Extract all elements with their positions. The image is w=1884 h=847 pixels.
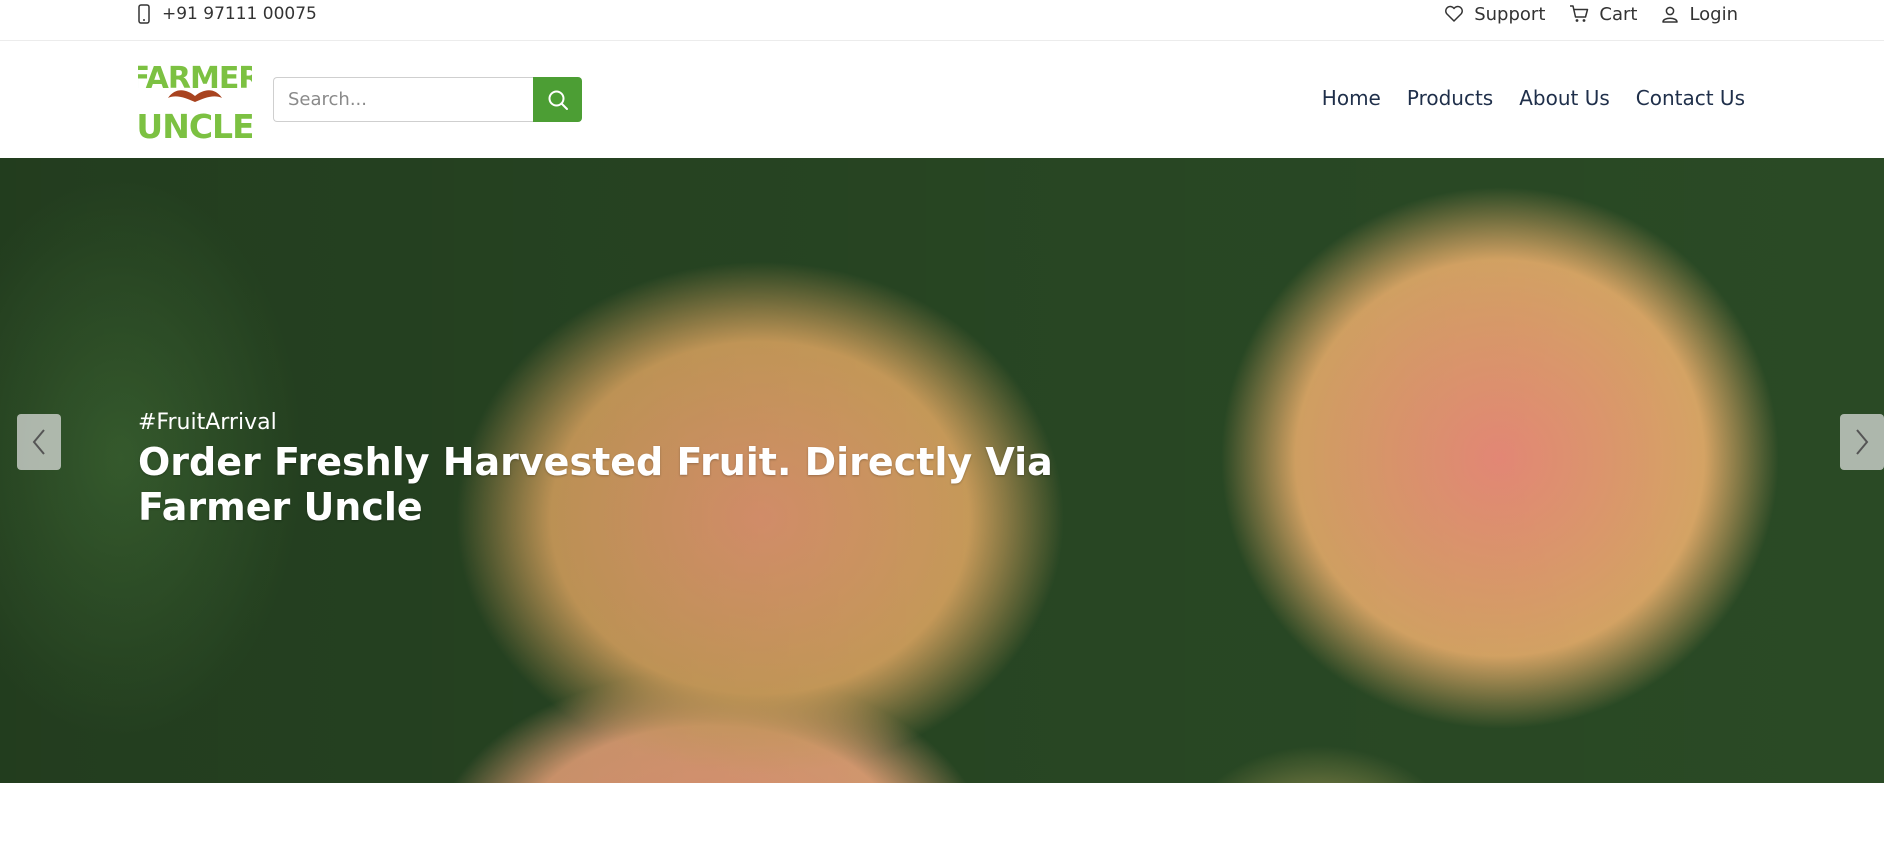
phone-number: +91 97111 00075 bbox=[162, 4, 317, 24]
hero-carousel: #FruitArrival Order Freshly Harvested Fr… bbox=[0, 158, 1884, 783]
search-button[interactable] bbox=[533, 77, 582, 122]
heart-icon bbox=[1445, 5, 1464, 22]
main-nav: Home Products About Us Contact Us bbox=[1322, 86, 1745, 110]
search-input[interactable] bbox=[273, 77, 533, 122]
chevron-right-icon bbox=[1856, 429, 1869, 455]
login-link[interactable]: Login bbox=[1661, 4, 1738, 25]
chevron-left-icon bbox=[32, 429, 45, 455]
brand-logo[interactable]: FARMER UNCLE bbox=[130, 56, 263, 146]
svg-text:UNCLE: UNCLE bbox=[138, 107, 252, 142]
cart-label: Cart bbox=[1599, 3, 1638, 25]
carousel-next-button[interactable] bbox=[1840, 414, 1884, 470]
hero-tag: #FruitArrival bbox=[138, 410, 277, 435]
search-form bbox=[273, 77, 582, 122]
login-label: Login bbox=[1689, 3, 1738, 25]
top-utility-bar: +91 97111 00075 Support Cart Login bbox=[0, 0, 1884, 41]
svg-text:FARMER: FARMER bbox=[138, 61, 252, 96]
main-header: FARMER UNCLE Home Products About Us Cont… bbox=[0, 41, 1884, 158]
search-icon bbox=[548, 90, 568, 110]
cart-icon bbox=[1570, 5, 1589, 22]
nav-about-us[interactable]: About Us bbox=[1519, 86, 1610, 110]
nav-home[interactable]: Home bbox=[1322, 86, 1381, 110]
account-links: Support Cart Login bbox=[1444, 1, 1738, 27]
carousel-prev-button[interactable] bbox=[17, 414, 61, 470]
hero-headline: Order Freshly Harvested Fruit. Directly … bbox=[138, 440, 1053, 529]
farmer-uncle-logo: FARMER UNCLE bbox=[130, 61, 263, 146]
nav-contact-us[interactable]: Contact Us bbox=[1636, 86, 1745, 110]
mobile-phone-icon bbox=[138, 4, 150, 24]
cart-link[interactable]: Cart bbox=[1569, 4, 1637, 25]
support-link[interactable]: Support bbox=[1444, 4, 1545, 25]
phone-contact[interactable]: +91 97111 00075 bbox=[138, 2, 317, 26]
nav-products[interactable]: Products bbox=[1407, 86, 1493, 110]
support-label: Support bbox=[1474, 3, 1546, 25]
user-icon bbox=[1662, 6, 1679, 23]
